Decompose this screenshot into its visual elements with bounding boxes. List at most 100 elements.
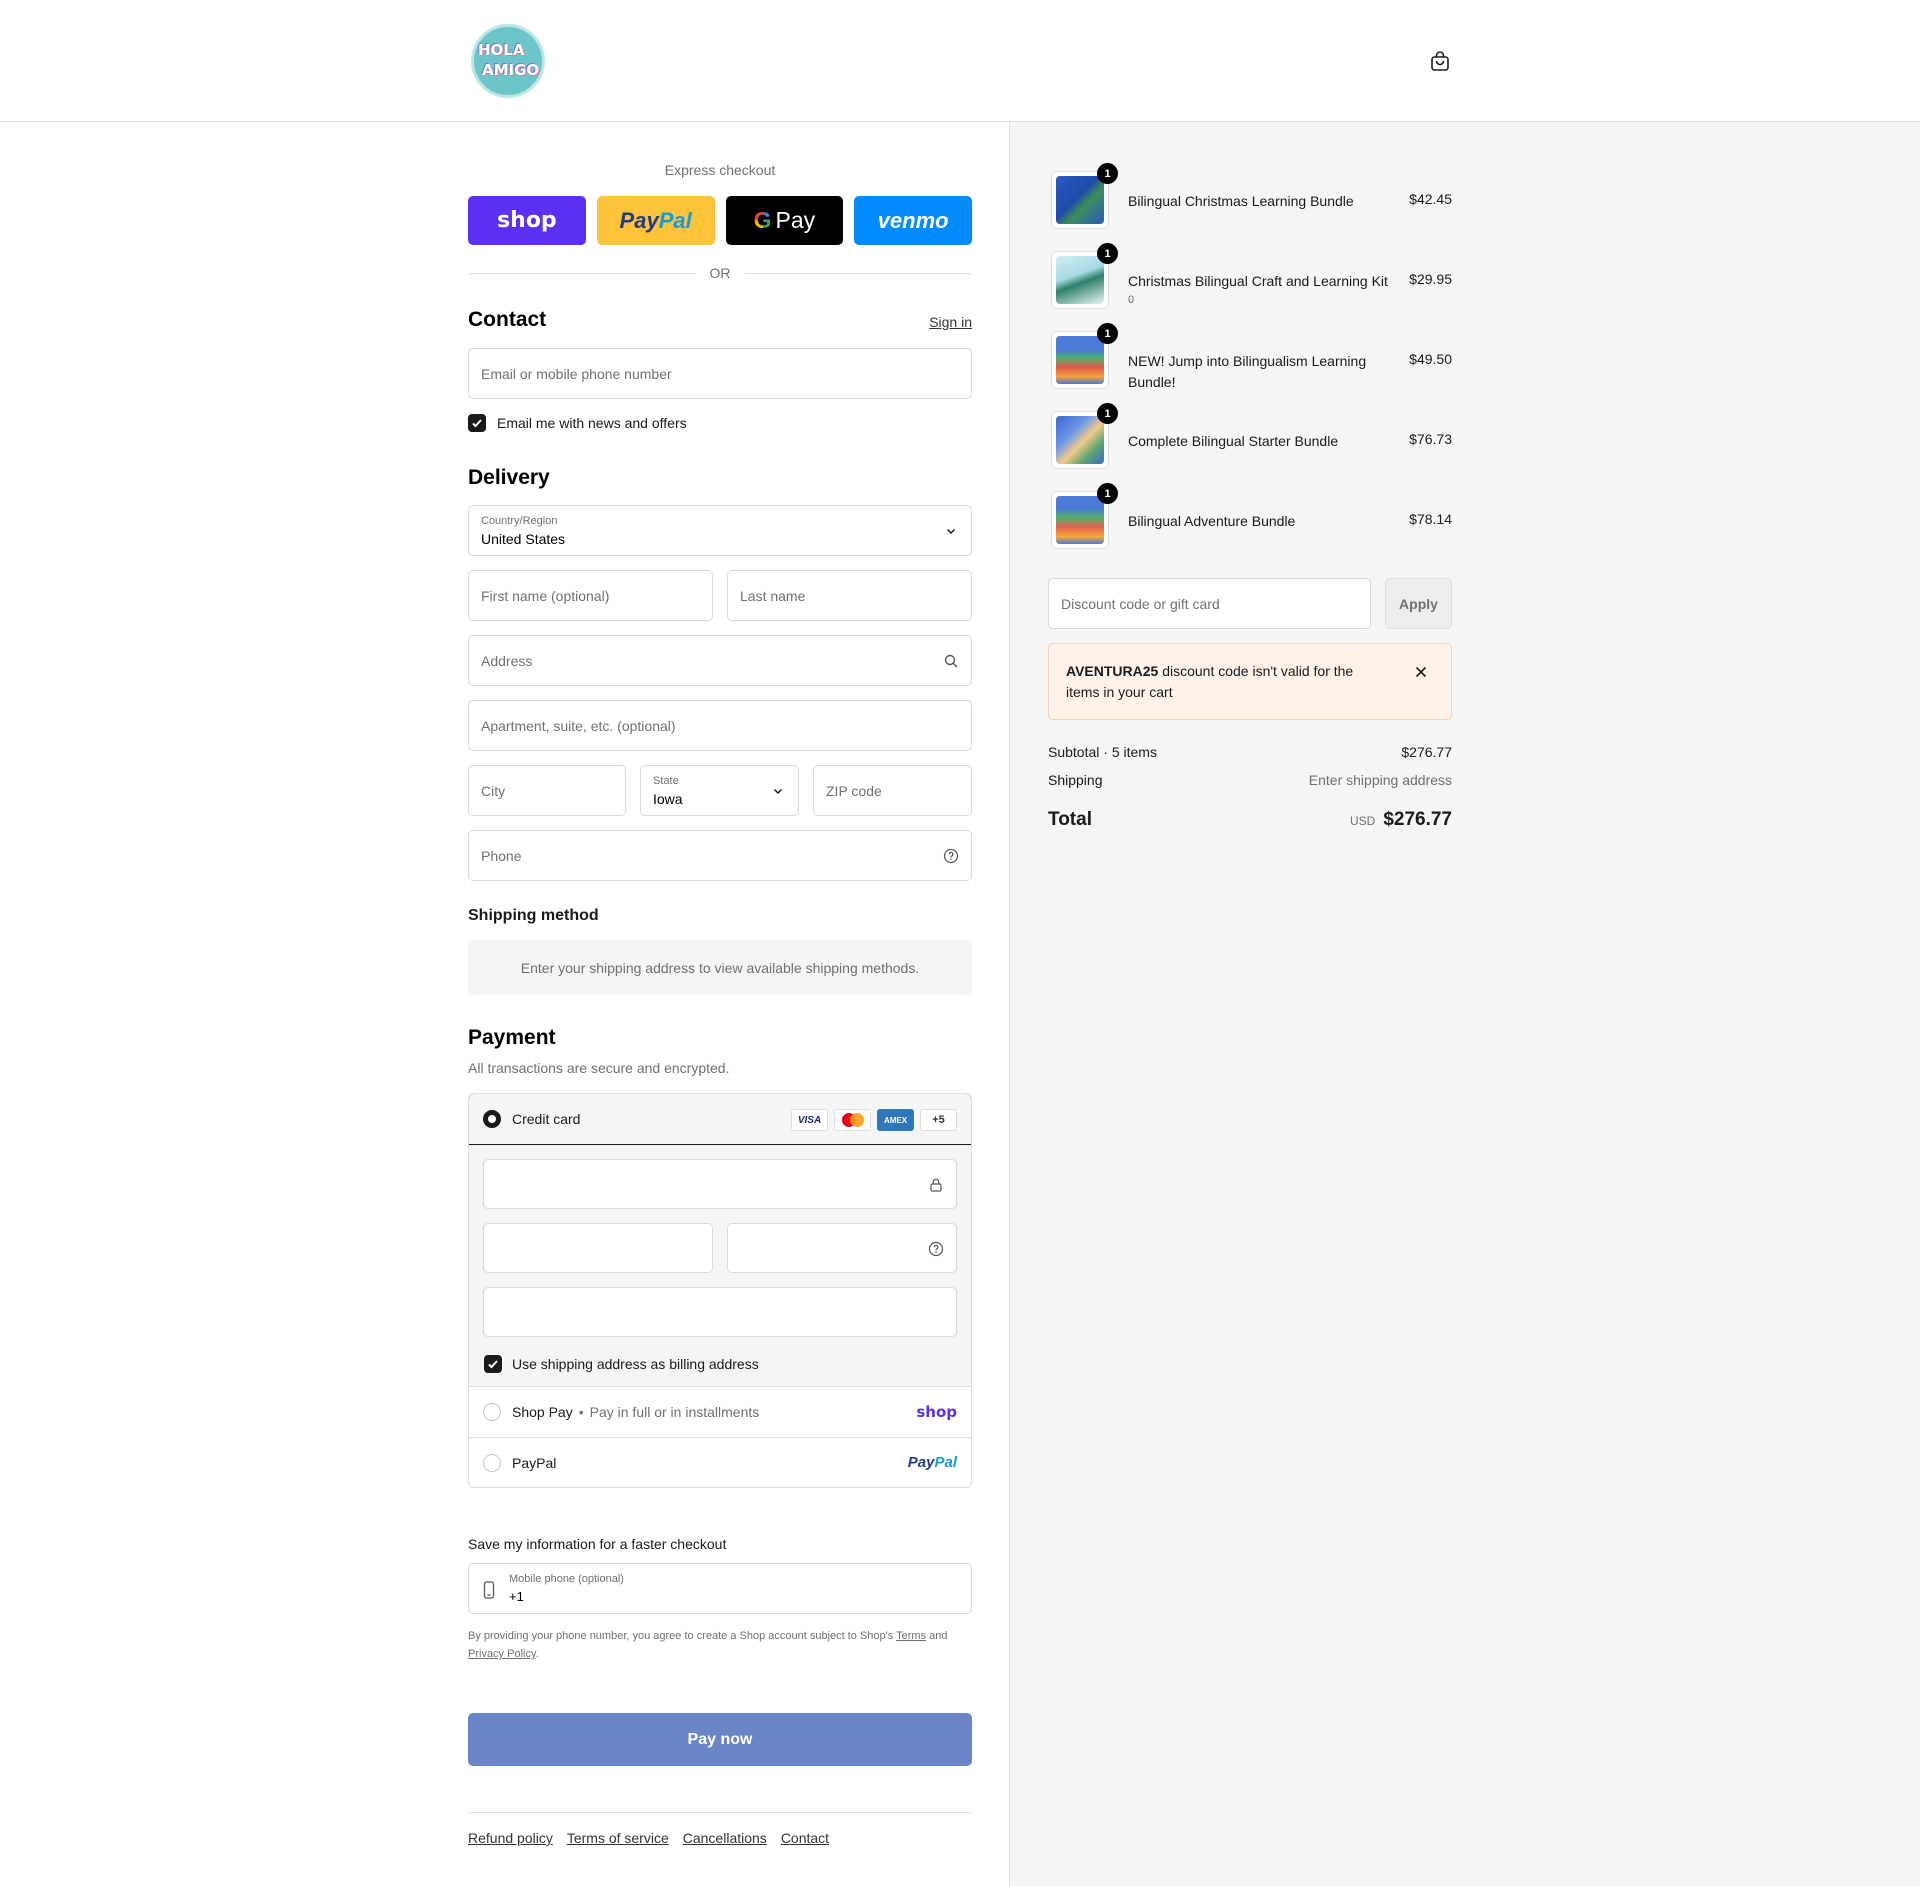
discount-code: AVENTURA25	[1066, 663, 1159, 679]
delivery-title: Delivery	[468, 466, 550, 489]
lock-icon	[930, 1178, 942, 1192]
help-icon[interactable]	[943, 848, 959, 864]
cart-item: 1 Bilingual Christmas Learning Bundle $4…	[1048, 163, 1452, 232]
city-field[interactable]	[468, 765, 626, 816]
amex-icon: AMEX	[877, 1109, 914, 1131]
shop-pay-express-button[interactable]: shop	[468, 196, 586, 245]
product-name: NEW! Jump into Bilingualism Learning Bun…	[1128, 353, 1367, 390]
credit-card-option[interactable]: Credit card VISA AMEX +5	[469, 1094, 971, 1145]
payment-title: Payment	[468, 1026, 556, 1049]
product-name: Bilingual Adventure Bundle	[1128, 513, 1296, 529]
sign-in-link[interactable]: Sign in	[929, 314, 972, 330]
chevron-down-icon	[946, 528, 956, 535]
search-icon	[944, 654, 958, 668]
address-input[interactable]	[469, 636, 971, 685]
subtotal-value: $276.77	[1401, 744, 1452, 760]
product-variant: 0	[1128, 294, 1135, 306]
google-pay-express-button[interactable]: G Pay	[725, 196, 844, 245]
apply-discount-button[interactable]: Apply	[1385, 578, 1452, 629]
venmo-express-button[interactable]: venmo	[854, 196, 972, 245]
phone-field[interactable]	[468, 830, 972, 881]
news-checkbox[interactable]	[468, 414, 486, 432]
terms-of-service-link[interactable]: Terms of service	[567, 1830, 669, 1846]
paypal-option[interactable]: PayPal PayPal	[469, 1437, 971, 1487]
shop-pay-radio[interactable]	[483, 1403, 501, 1421]
paypal-logo: PayPal	[908, 1454, 957, 1471]
last-name-input[interactable]	[728, 571, 971, 620]
product-price: $29.95	[1409, 271, 1452, 287]
privacy-policy-link[interactable]: Privacy Policy	[468, 1648, 536, 1660]
billing-checkbox-label: Use shipping address as billing address	[512, 1356, 759, 1372]
shop-pay-subtitle: Pay in full or in installments	[589, 1404, 760, 1420]
country-select[interactable]: Country/Region United States	[468, 505, 972, 556]
visa-icon: VISA	[791, 1109, 828, 1131]
security-code-field[interactable]	[727, 1223, 957, 1273]
shopping-bag-icon[interactable]	[1428, 49, 1452, 73]
footer-divider	[468, 1812, 972, 1813]
shop-pay-separator: •	[578, 1404, 584, 1420]
pay-now-button[interactable]: Pay now	[468, 1713, 972, 1766]
last-name-field[interactable]	[727, 570, 972, 621]
email-input[interactable]	[469, 349, 971, 398]
save-info-title: Save my information for a faster checkou…	[468, 1536, 727, 1552]
card-number-field[interactable]	[483, 1159, 957, 1209]
credit-card-radio[interactable]	[483, 1110, 501, 1128]
shipping-method-message: Enter your shipping address to view avai…	[520, 959, 920, 976]
subtotal-label: Subtotal · 5 items	[1048, 744, 1157, 760]
credit-card-label: Credit card	[512, 1111, 581, 1127]
shop-pay-option[interactable]: Shop Pay • Pay in full or in installment…	[469, 1387, 971, 1437]
terms-link[interactable]: Terms	[896, 1630, 926, 1642]
quantity-badge: 1	[1097, 243, 1118, 264]
legal-notice: By providing your phone number, you agre…	[468, 1627, 972, 1663]
state-select[interactable]: State Iowa	[640, 765, 799, 816]
email-field[interactable]	[468, 348, 972, 399]
chevron-down-icon	[773, 788, 783, 795]
or-divider: OR	[468, 263, 972, 283]
mobile-phone-value: +1	[509, 1589, 524, 1604]
shipping-value: Enter shipping address	[1308, 772, 1452, 788]
product-price: $78.14	[1409, 511, 1452, 527]
shop-pay-express-label: shop	[497, 208, 557, 233]
first-name-input[interactable]	[469, 571, 712, 620]
payment-subtitle: All transactions are secure and encrypte…	[468, 1060, 730, 1076]
zip-input[interactable]	[814, 766, 971, 815]
venmo-express-label: venmo	[877, 207, 949, 233]
close-icon[interactable]	[1413, 664, 1429, 680]
zip-field[interactable]	[813, 765, 972, 816]
mobile-phone-field[interactable]: Mobile phone (optional) +1	[468, 1563, 972, 1614]
subtotal-row: Subtotal · 5 items $276.77	[1048, 744, 1452, 760]
shipping-method-title: Shipping method	[468, 907, 599, 924]
product-price: $49.50	[1409, 351, 1452, 367]
phone-input[interactable]	[469, 831, 971, 880]
billing-checkbox[interactable]	[484, 1355, 502, 1373]
credit-card-form: Use shipping address as billing address	[469, 1145, 971, 1387]
city-input[interactable]	[469, 766, 625, 815]
expiration-date-field[interactable]	[483, 1223, 713, 1273]
shipping-label: Shipping	[1048, 772, 1103, 788]
discount-code-input[interactable]	[1049, 579, 1370, 628]
express-checkout-label: Express checkout	[664, 162, 776, 178]
contact-link[interactable]: Contact	[781, 1830, 829, 1846]
product-price: $76.73	[1409, 431, 1452, 447]
google-g-icon: G	[753, 207, 772, 233]
total-label: Total	[1048, 809, 1092, 830]
logo-text-top: HOLA	[478, 41, 525, 59]
refund-policy-link[interactable]: Refund policy	[468, 1830, 553, 1846]
name-on-card-field[interactable]	[483, 1287, 957, 1337]
first-name-field[interactable]	[468, 570, 713, 621]
address-field[interactable]	[468, 635, 972, 686]
apartment-input[interactable]	[469, 701, 971, 750]
cancellations-link[interactable]: Cancellations	[683, 1830, 767, 1846]
paypal-radio[interactable]	[483, 1453, 501, 1472]
paypal-express-button[interactable]: Pay Pal	[596, 196, 715, 245]
store-logo[interactable]: HOLA AMIGO	[471, 24, 545, 98]
paypal-express-label-2: Pal	[658, 207, 692, 233]
quantity-badge: 1	[1097, 163, 1118, 184]
header: HOLA AMIGO	[0, 0, 1920, 122]
country-value: United States	[481, 531, 566, 547]
help-icon[interactable]	[928, 1241, 944, 1257]
apartment-field[interactable]	[468, 700, 972, 751]
currency-code: USD	[1349, 814, 1376, 828]
news-checkbox-label: Email me with news and offers	[497, 415, 687, 431]
discount-code-field[interactable]	[1048, 578, 1371, 629]
